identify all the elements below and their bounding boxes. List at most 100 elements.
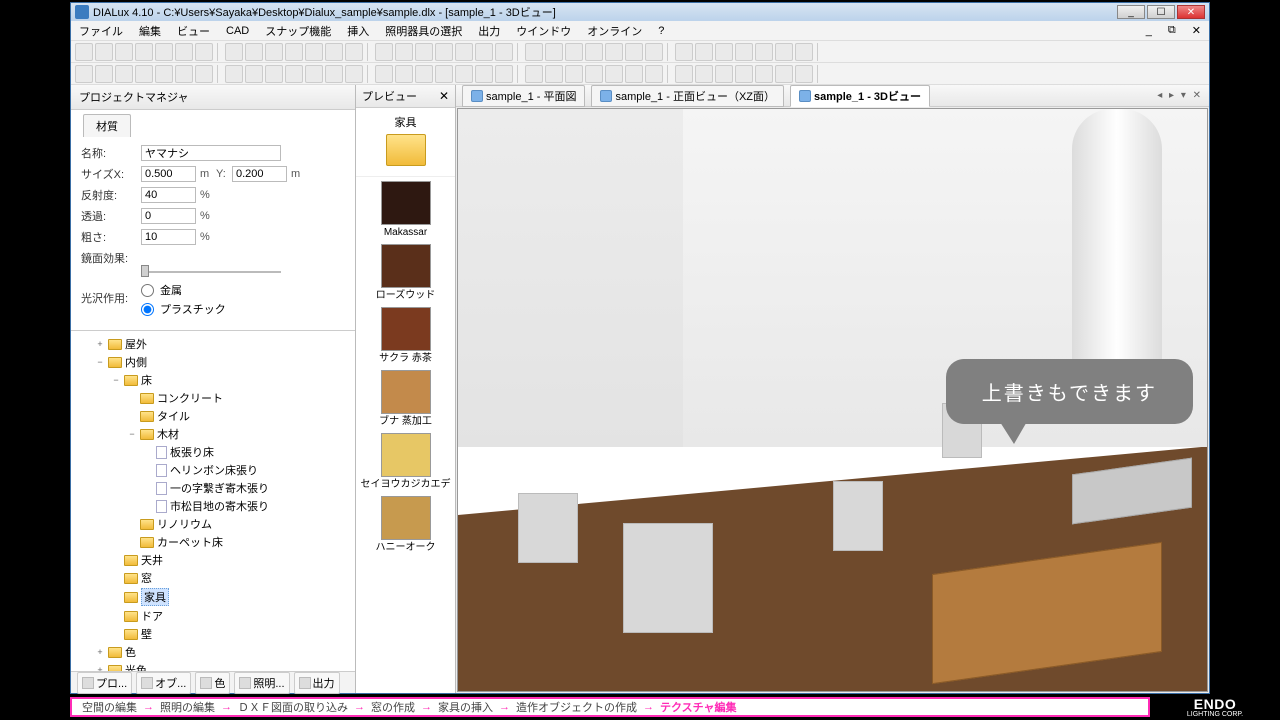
titlebar[interactable]: DIALux 4.10 - C:¥Users¥Sayaka¥Desktop¥Di… bbox=[71, 3, 1209, 21]
folder-open-icon[interactable] bbox=[386, 134, 426, 166]
preview-close[interactable]: ✕ bbox=[439, 89, 449, 103]
toolbar-button[interactable] bbox=[695, 65, 713, 83]
toolbar-button[interactable] bbox=[675, 65, 693, 83]
close-button[interactable]: ✕ bbox=[1177, 5, 1205, 19]
toolbar-button[interactable] bbox=[645, 43, 663, 61]
maximize-button[interactable]: ☐ bbox=[1147, 5, 1175, 19]
menu-output[interactable]: 出力 bbox=[474, 21, 504, 41]
toolbar-button[interactable] bbox=[475, 65, 493, 83]
toolbar-button[interactable] bbox=[517, 65, 521, 83]
swatch-item[interactable]: サクラ 赤茶 bbox=[360, 307, 451, 364]
input-sizey[interactable] bbox=[232, 166, 287, 182]
toolbar-button[interactable] bbox=[325, 65, 343, 83]
menu-online[interactable]: オンライン bbox=[583, 21, 646, 41]
toolbar-button[interactable] bbox=[735, 43, 753, 61]
toolbar-button[interactable] bbox=[735, 65, 753, 83]
toolbar-button[interactable] bbox=[135, 43, 153, 61]
radio-plastic[interactable] bbox=[141, 303, 154, 316]
toolbar-button[interactable] bbox=[817, 65, 821, 83]
input-trans[interactable] bbox=[141, 208, 196, 224]
toolbar-button[interactable] bbox=[667, 65, 671, 83]
toolbar-button[interactable] bbox=[625, 65, 643, 83]
toolbar-button[interactable] bbox=[175, 43, 193, 61]
toolbar-button[interactable] bbox=[395, 65, 413, 83]
toolbar-button[interactable] bbox=[775, 43, 793, 61]
toolbar-button[interactable] bbox=[367, 43, 371, 61]
slider-thumb[interactable] bbox=[141, 265, 149, 277]
swatch-item[interactable]: セイヨウカジカエデ bbox=[360, 433, 451, 490]
toolbar-button[interactable] bbox=[795, 65, 813, 83]
swatch-item[interactable]: ブナ 蒸加工 bbox=[360, 370, 451, 427]
toolbar-button[interactable] bbox=[367, 65, 371, 83]
toolbar-button[interactable] bbox=[475, 43, 493, 61]
toolbar-button[interactable] bbox=[517, 43, 521, 61]
tab-nav[interactable]: ◂ ▸ ▾ ✕ bbox=[1157, 90, 1203, 101]
toolbar-button[interactable] bbox=[675, 43, 693, 61]
toolbar-button[interactable] bbox=[265, 65, 283, 83]
toolbar-button[interactable] bbox=[305, 43, 323, 61]
toolbar-button[interactable] bbox=[755, 65, 773, 83]
toolbar-button[interactable] bbox=[155, 65, 173, 83]
bt-object[interactable]: オブ... bbox=[136, 672, 191, 694]
menu-luminaire[interactable]: 照明器具の選択 bbox=[381, 21, 466, 41]
radio-metal[interactable] bbox=[141, 284, 154, 297]
mdi-minimize[interactable]: _ bbox=[1142, 23, 1156, 39]
toolbar-button[interactable] bbox=[75, 43, 93, 61]
toolbar-button[interactable] bbox=[375, 65, 393, 83]
swatch-list[interactable]: Makassarローズウッドサクラ 赤茶ブナ 蒸加工セイヨウカジカエデハニーオー… bbox=[356, 177, 455, 693]
swatch-item[interactable]: Makassar bbox=[360, 181, 451, 238]
toolbar-button[interactable] bbox=[455, 65, 473, 83]
toolbar-button[interactable] bbox=[95, 43, 113, 61]
toolbar-button[interactable] bbox=[565, 65, 583, 83]
toolbar-button[interactable] bbox=[605, 43, 623, 61]
toolbar-button[interactable] bbox=[625, 43, 643, 61]
slider-mirror[interactable] bbox=[141, 271, 281, 273]
toolbar-button[interactable] bbox=[175, 65, 193, 83]
toolbar-button[interactable] bbox=[245, 65, 263, 83]
mdi-restore[interactable]: ⧉ bbox=[1164, 22, 1180, 39]
menu-view[interactable]: ビュー bbox=[173, 21, 214, 41]
toolbar-button[interactable] bbox=[585, 43, 603, 61]
menu-help[interactable]: ? bbox=[654, 23, 668, 39]
bt-color[interactable]: 色 bbox=[195, 672, 230, 694]
toolbar-button[interactable] bbox=[715, 65, 733, 83]
toolbar-button[interactable] bbox=[225, 43, 243, 61]
toolbar-button[interactable] bbox=[245, 43, 263, 61]
minimize-button[interactable]: _ bbox=[1117, 5, 1145, 19]
bt-project[interactable]: プロ... bbox=[77, 672, 132, 694]
toolbar-button[interactable] bbox=[817, 43, 821, 61]
toolbar-button[interactable] bbox=[95, 65, 113, 83]
toolbar-button[interactable] bbox=[195, 65, 213, 83]
toolbar-button[interactable] bbox=[667, 43, 671, 61]
doc-tab[interactable]: sample_1 - 正面ビュー（XZ面） bbox=[591, 85, 784, 107]
toolbar-button[interactable] bbox=[135, 65, 153, 83]
toolbar-button[interactable] bbox=[115, 43, 133, 61]
toolbar-button[interactable] bbox=[565, 43, 583, 61]
toolbar-button[interactable] bbox=[415, 43, 433, 61]
toolbar-button[interactable] bbox=[375, 43, 393, 61]
input-sizex[interactable] bbox=[141, 166, 196, 182]
bt-lighting[interactable]: 照明... bbox=[234, 672, 289, 694]
bt-output[interactable]: 出力 bbox=[294, 672, 340, 694]
toolbar-button[interactable] bbox=[345, 65, 363, 83]
toolbar-button[interactable] bbox=[755, 43, 773, 61]
mdi-close[interactable]: ✕ bbox=[1188, 22, 1205, 39]
toolbar-button[interactable] bbox=[285, 65, 303, 83]
swatch-item[interactable]: ローズウッド bbox=[360, 244, 451, 301]
doc-tab[interactable]: sample_1 - 平面図 bbox=[462, 85, 585, 107]
input-name[interactable] bbox=[141, 145, 281, 161]
toolbar-button[interactable] bbox=[525, 43, 543, 61]
toolbar-button[interactable] bbox=[345, 43, 363, 61]
toolbar-button[interactable] bbox=[325, 43, 343, 61]
tab-material[interactable]: 材質 bbox=[83, 114, 131, 137]
toolbar-button[interactable] bbox=[585, 65, 603, 83]
toolbar-button[interactable] bbox=[495, 65, 513, 83]
toolbar-button[interactable] bbox=[395, 43, 413, 61]
toolbar-button[interactable] bbox=[415, 65, 433, 83]
toolbar-button[interactable] bbox=[435, 43, 453, 61]
toolbar-button[interactable] bbox=[545, 43, 563, 61]
toolbar-button[interactable] bbox=[795, 43, 813, 61]
toolbar-button[interactable] bbox=[305, 65, 323, 83]
menu-cad[interactable]: CAD bbox=[222, 23, 253, 39]
toolbar-button[interactable] bbox=[115, 65, 133, 83]
